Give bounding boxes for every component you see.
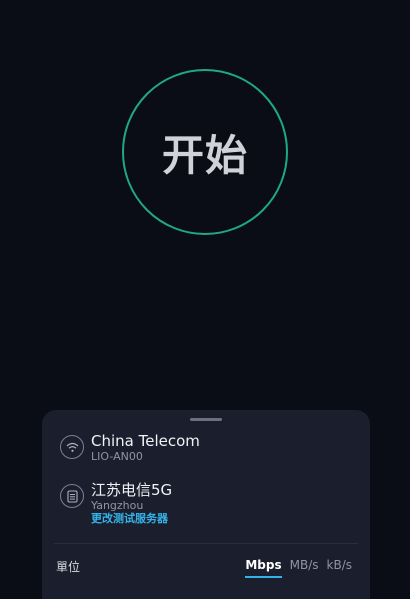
network-row: China Telecom LIO-AN00 (60, 432, 200, 463)
start-label: 开始 (161, 130, 248, 180)
unit-selector: Mbps MB/s kB/s (245, 558, 352, 578)
server-row: 江苏电信5G Yangzhou 更改测试服务器 (60, 481, 172, 526)
drag-handle[interactable] (190, 418, 222, 421)
server-city: Yangzhou (91, 499, 144, 512)
device-model: LIO-AN00 (91, 450, 143, 463)
divider (54, 543, 358, 544)
unit-option-kb-per-s[interactable]: kB/s (327, 558, 352, 578)
connection-info-sheet: China Telecom LIO-AN00 江苏电信5G Yangzhou 更… (42, 410, 370, 599)
wifi-icon (60, 435, 84, 459)
server-name: 江苏电信5G (91, 481, 173, 499)
unit-option-mbps[interactable]: Mbps (245, 558, 282, 578)
unit-label: 單位 (56, 560, 81, 574)
change-server-link[interactable]: 更改测试服务器 (91, 512, 172, 526)
start-button[interactable]: 开始 (122, 69, 288, 235)
server-icon (60, 484, 84, 508)
network-name: China Telecom (91, 432, 200, 450)
unit-option-mb-per-s[interactable]: MB/s (290, 558, 319, 578)
